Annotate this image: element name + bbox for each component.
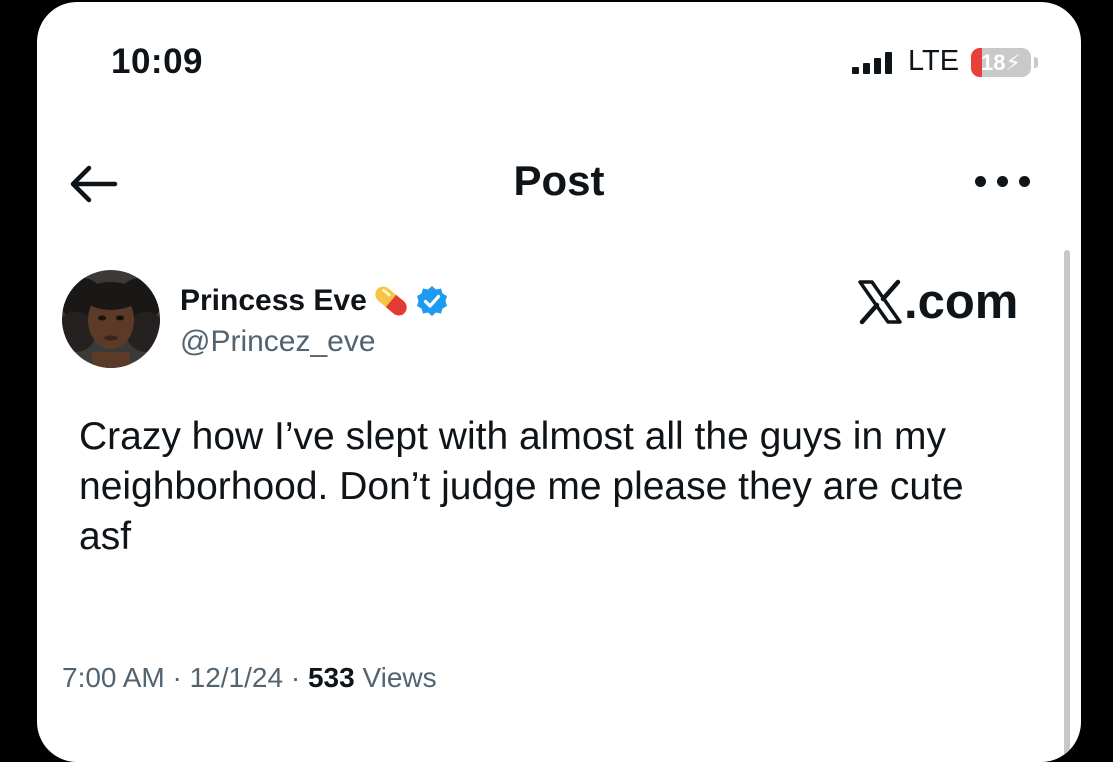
scrollbar[interactable] <box>1064 250 1070 762</box>
more-button[interactable] <box>975 176 1031 190</box>
post-text: Crazy how I’ve slept with almost all the… <box>79 415 964 558</box>
pill-icon <box>375 286 407 316</box>
battery-level: 18⚡ <box>981 50 1021 75</box>
views-label: Views <box>362 662 437 693</box>
meta-separator: · <box>172 662 182 693</box>
display-name[interactable]: Princess Eve <box>180 284 367 318</box>
brand-watermark: .com <box>857 272 1018 332</box>
page-title: Post <box>513 157 605 204</box>
meta-separator: · <box>290 662 301 693</box>
post-meta: 7:00 AM · 12/1/24 · 533 Views <box>62 662 437 694</box>
post-time[interactable]: 7:00 AM <box>62 662 165 693</box>
post-date[interactable]: 12/1/24 <box>190 662 283 693</box>
x-logo-icon <box>858 279 902 325</box>
more-horizontal-icon <box>975 176 986 187</box>
signal-icon <box>852 52 896 74</box>
verified-badge-icon <box>416 286 447 316</box>
battery-icon: 18⚡ <box>971 48 1039 77</box>
author-name-row[interactable]: Princess Eve <box>180 279 449 323</box>
user-handle[interactable]: @Princez_eve <box>180 325 376 359</box>
avatar[interactable] <box>62 270 160 368</box>
views-count: 533 <box>307 662 355 693</box>
status-time: 10:09 <box>111 42 204 81</box>
brand-text: .com <box>904 275 1019 329</box>
network-type: LTE <box>908 45 960 77</box>
phone-screen: 10:09 LTE 18⚡ Post Princess Eve @Princez… <box>37 2 1081 762</box>
